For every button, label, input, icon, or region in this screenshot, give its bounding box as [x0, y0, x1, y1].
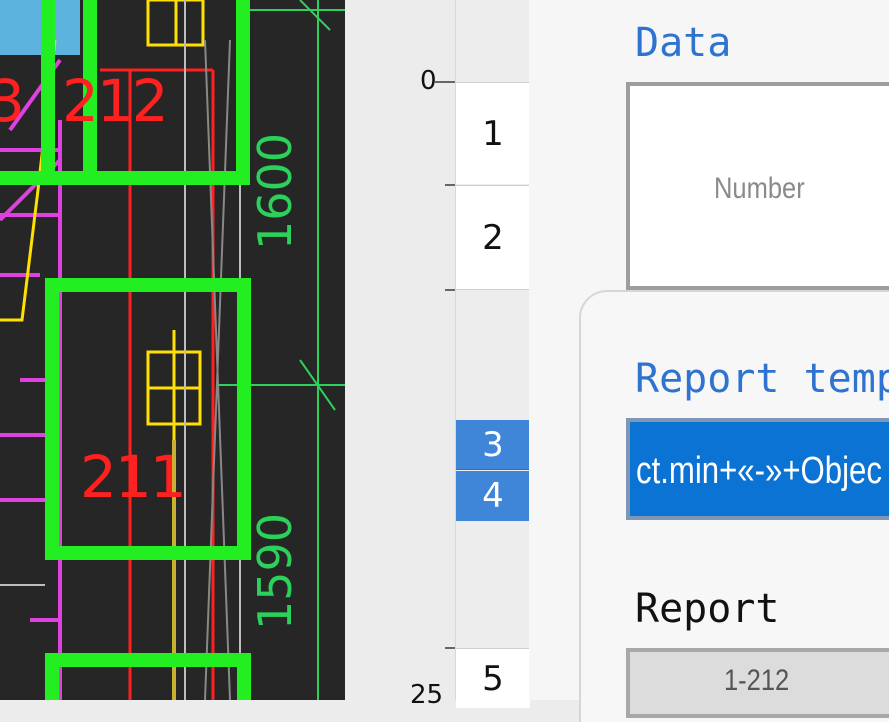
- dimension-label: 1590: [248, 512, 302, 630]
- report-output: 1-212: [626, 648, 889, 718]
- row-number-selected[interactable]: 3: [456, 420, 530, 470]
- data-field-placeholder: Number: [714, 172, 805, 205]
- report-template-value: ct.min+«-»+Objec: [636, 450, 882, 492]
- row-number[interactable]: 2: [456, 185, 530, 290]
- room-label: 3: [0, 67, 25, 135]
- row-number-selected[interactable]: 4: [456, 471, 530, 521]
- row-number[interactable]: 1: [456, 82, 530, 184]
- data-section-label: Data: [635, 20, 732, 66]
- report-label: Report: [635, 586, 780, 632]
- data-field[interactable]: Number: [626, 82, 889, 290]
- room-label: 212: [62, 67, 169, 135]
- report-value: 1-212: [724, 664, 790, 697]
- ruler-ticks: [435, 81, 455, 649]
- row-number[interactable]: 5: [456, 648, 530, 708]
- cad-viewport[interactable]: 3 212 211 1600 1590: [0, 0, 345, 700]
- report-template-label: Report temp: [635, 356, 889, 402]
- ruler-margin: 0 25: [345, 0, 455, 710]
- room-label: 211: [80, 443, 187, 511]
- row-number-column: 1 2 3 4 5: [455, 0, 531, 708]
- dimension-label: 1600: [248, 132, 302, 250]
- report-template-input[interactable]: ct.min+«-»+Objec: [626, 418, 889, 520]
- properties-panel: Data Number Report temp ct.min+«-»+Objec…: [529, 0, 889, 722]
